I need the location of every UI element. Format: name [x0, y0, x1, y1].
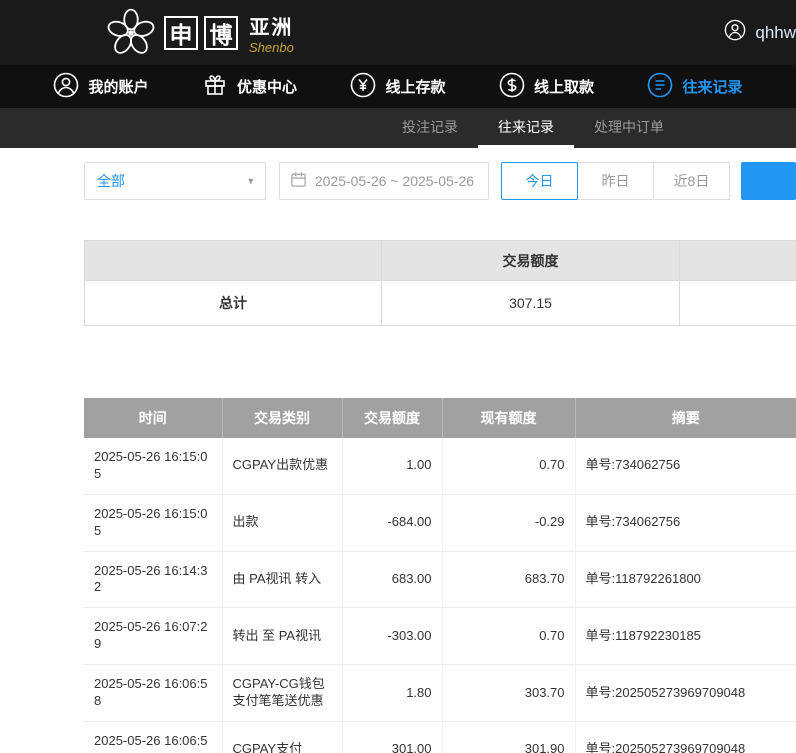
- today-button[interactable]: 今日: [501, 162, 578, 200]
- table-cell: 2025-05-26 16:06:58: [84, 721, 222, 753]
- records-icon: [647, 72, 673, 102]
- table-row: 2025-05-26 16:07:29转出 至 PA视讯-303.000.70单…: [84, 608, 796, 665]
- summary-total-label: 总计: [85, 281, 382, 326]
- table-cell: 1.80: [342, 665, 442, 722]
- table-row: 2025-05-26 16:14:32由 PA视讯 转入683.00683.70…: [84, 551, 796, 608]
- site-logo[interactable]: 申 博 亚洲 Shenbo: [104, 6, 294, 60]
- table-cell: 0.70: [442, 608, 575, 665]
- quick-date-buttons: 今日 昨日 近8日: [502, 162, 730, 200]
- table-cell: 683.00: [342, 551, 442, 608]
- table-cell: -303.00: [342, 608, 442, 665]
- table-cell: 2025-05-26 16:06:58: [84, 665, 222, 722]
- column-header-amount: 交易额度: [342, 398, 442, 438]
- summary-header-blank-2: [680, 241, 796, 281]
- table-cell: 0.70: [442, 438, 575, 494]
- nav-item-online-withdrawal[interactable]: 线上取款: [499, 72, 594, 102]
- logo-subtitle: Shenbo: [249, 40, 294, 55]
- logo-char-shen: 申: [164, 16, 198, 50]
- table-cell: 1.00: [342, 438, 442, 494]
- table-cell: -0.29: [442, 494, 575, 551]
- filter-bar: 全部 ▼ 2025-05-26 ~ 2025-05-26 今日 昨日 近8日: [84, 162, 796, 200]
- table-cell: CGPAY出款优惠: [222, 438, 342, 494]
- table-cell: 683.70: [442, 551, 575, 608]
- table-cell: 2025-05-26 16:15:05: [84, 438, 222, 494]
- search-button[interactable]: [741, 162, 796, 200]
- table-cell: 2025-05-26 16:07:29: [84, 608, 222, 665]
- user-account-menu[interactable]: qhhw: [724, 0, 796, 65]
- main-navigation: 我的账户 优惠中心 线上存款 线上取款: [0, 65, 796, 108]
- type-filter-value: 全部: [97, 171, 125, 191]
- table-cell: 2025-05-26 16:14:32: [84, 551, 222, 608]
- transactions-body: 2025-05-26 16:15:05CGPAY出款优惠1.000.70单号:7…: [84, 438, 796, 753]
- table-cell: 单号:202505273969709048: [575, 665, 796, 722]
- nav-label: 线上取款: [534, 76, 594, 97]
- table-cell: 单号:202505273969709048: [575, 721, 796, 753]
- nav-label: 往来记录: [682, 76, 742, 97]
- summary-header-blank: [85, 241, 382, 281]
- top-header: 申 博 亚洲 Shenbo qhhw: [0, 0, 796, 65]
- tab-transaction-records[interactable]: 往来记录: [478, 108, 574, 148]
- table-cell: 出款: [222, 494, 342, 551]
- nav-label: 我的账户: [88, 76, 148, 97]
- tab-betting-records[interactable]: 投注记录: [382, 108, 478, 148]
- logo-region-text: 亚洲: [249, 11, 293, 40]
- account-icon: [53, 72, 79, 102]
- nav-item-online-deposit[interactable]: 线上存款: [350, 72, 445, 102]
- column-header-balance: 现有额度: [442, 398, 575, 438]
- sakura-flower-icon: [104, 6, 158, 60]
- table-row: 2025-05-26 16:06:58CGPAY支付301.00301.90单号…: [84, 721, 796, 753]
- nav-item-my-account[interactable]: 我的账户: [53, 72, 148, 102]
- table-cell: 303.70: [442, 665, 575, 722]
- table-row: 2025-05-26 16:15:05CGPAY出款优惠1.000.70单号:7…: [84, 438, 796, 494]
- nav-label: 线上存款: [385, 76, 445, 97]
- summary-header-amount: 交易额度: [382, 241, 680, 281]
- table-row: 2025-05-26 16:06:58CGPAY-CG钱包支付笔笔送优惠1.80…: [84, 665, 796, 722]
- calendar-icon: [290, 171, 307, 191]
- table-cell: 由 PA视讯 转入: [222, 551, 342, 608]
- gift-icon: [202, 72, 228, 102]
- user-icon: [724, 19, 746, 46]
- table-cell: 单号:118792261800: [575, 551, 796, 608]
- table-cell: 单号:734062756: [575, 494, 796, 551]
- tab-processing-orders[interactable]: 处理中订单: [574, 108, 684, 148]
- last-8-days-button[interactable]: 近8日: [653, 162, 730, 200]
- withdraw-coin-icon: [499, 72, 525, 102]
- deposit-coin-icon: [350, 72, 376, 102]
- date-range-value: 2025-05-26 ~ 2025-05-26: [315, 173, 474, 189]
- nav-label: 优惠中心: [237, 76, 297, 97]
- transactions-table: 时间 交易类别 交易额度 现有额度 摘要 2025-05-26 16:15:05…: [84, 398, 796, 753]
- sub-navigation: 投注记录 往来记录 处理中订单: [0, 108, 796, 148]
- summary-total-value: 307.15: [382, 281, 680, 326]
- yesterday-button[interactable]: 昨日: [577, 162, 654, 200]
- table-cell: 301.00: [342, 721, 442, 753]
- username-text: qhhw: [755, 23, 796, 43]
- table-cell: CGPAY-CG钱包支付笔笔送优惠: [222, 665, 342, 722]
- table-row: 2025-05-26 16:15:05出款-684.00-0.29单号:7340…: [84, 494, 796, 551]
- summary-blank-cell: [680, 281, 796, 326]
- summary-table: 交易额度 总计 307.15: [84, 240, 796, 326]
- table-header-row: 时间 交易类别 交易额度 现有额度 摘要: [84, 398, 796, 438]
- nav-item-promotions[interactable]: 优惠中心: [202, 72, 297, 102]
- table-cell: 301.90: [442, 721, 575, 753]
- chevron-down-icon: ▼: [237, 163, 265, 199]
- column-header-summary: 摘要: [575, 398, 796, 438]
- table-cell: 单号:734062756: [575, 438, 796, 494]
- column-header-time: 时间: [84, 398, 222, 438]
- column-header-type: 交易类别: [222, 398, 342, 438]
- date-range-input[interactable]: 2025-05-26 ~ 2025-05-26: [279, 162, 489, 200]
- table-cell: 转出 至 PA视讯: [222, 608, 342, 665]
- type-filter-select[interactable]: 全部 ▼: [84, 162, 266, 200]
- table-cell: 2025-05-26 16:15:05: [84, 494, 222, 551]
- table-cell: CGPAY支付: [222, 721, 342, 753]
- logo-char-bo: 博: [204, 16, 238, 50]
- nav-item-transaction-records[interactable]: 往来记录: [647, 72, 742, 102]
- table-cell: 单号:118792230185: [575, 608, 796, 665]
- table-cell: -684.00: [342, 494, 442, 551]
